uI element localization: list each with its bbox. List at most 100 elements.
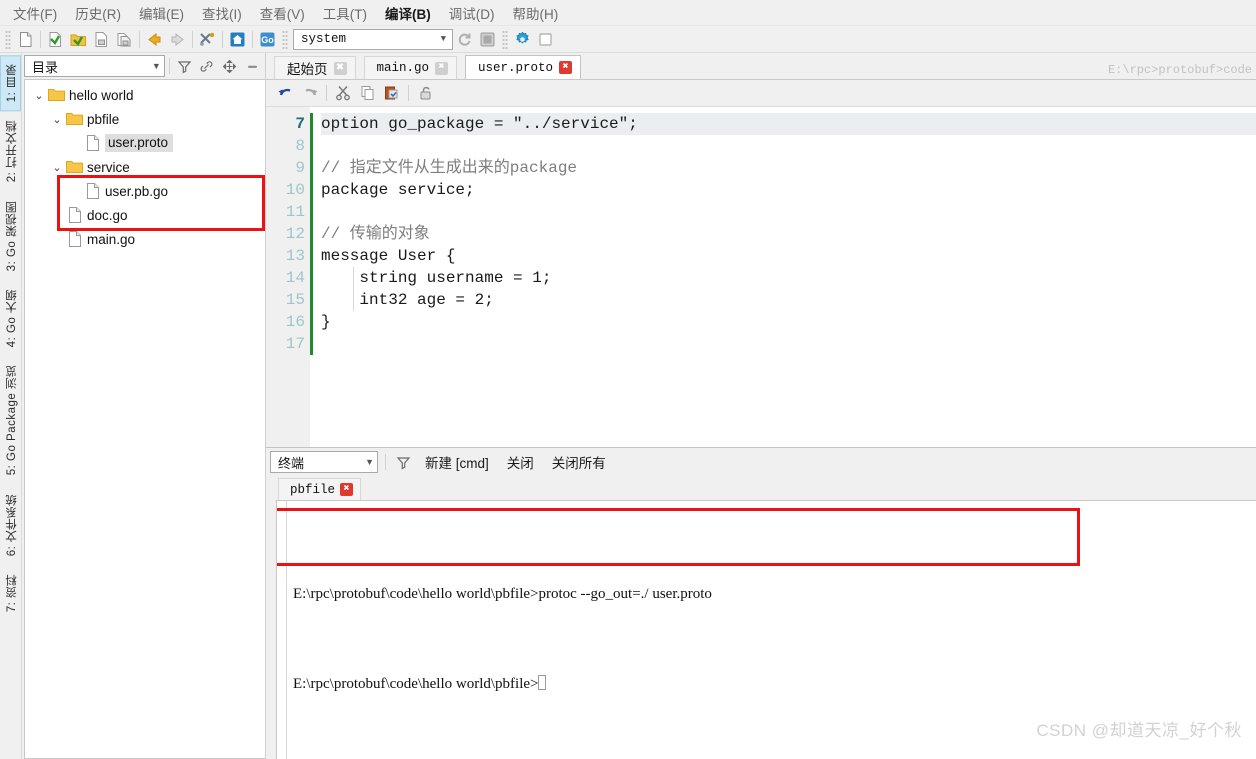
open-folder-icon[interactable] (67, 28, 90, 50)
toolbar-grip[interactable] (502, 29, 508, 49)
forward-arrow-icon[interactable] (166, 28, 189, 50)
chevron-down-icon[interactable]: ⌄ (31, 89, 47, 102)
line-number: 16 (285, 313, 305, 331)
stop-icon[interactable] (476, 28, 499, 50)
menu-item-file[interactable]: 文件(F) (4, 0, 66, 26)
line-number: 7 (295, 115, 305, 133)
terminal-tab-pbfile[interactable]: pbfile ✖ (278, 478, 362, 500)
directory-combo-value: 目录 (32, 59, 59, 75)
tree-item-label: service (87, 159, 130, 175)
settings-gear-icon[interactable] (511, 28, 534, 50)
toolbar-grip[interactable] (5, 29, 11, 49)
collapse-icon[interactable] (242, 56, 263, 77)
tab-user-proto[interactable]: user.proto ✖ (465, 55, 582, 79)
header-separator (168, 58, 170, 74)
environment-combo[interactable]: system ▼ (293, 28, 453, 50)
close-icon[interactable]: ✖ (340, 483, 354, 496)
line-number: 8 (295, 137, 305, 155)
terminal-caret (538, 675, 547, 690)
toggle-panel-icon[interactable] (534, 28, 557, 50)
link-icon[interactable] (197, 56, 218, 77)
tree-item-user-proto[interactable]: ⌄ user.proto (25, 131, 265, 155)
menu-item-tools[interactable]: 工具(T) (314, 0, 376, 26)
sidebar-tab-go-structure[interactable]: 3: Go 架视图 (0, 192, 21, 280)
folder-icon (65, 160, 84, 174)
menu-item-history[interactable]: 历史(R) (66, 0, 130, 26)
paste-icon[interactable] (380, 82, 403, 104)
menu-item-help[interactable]: 帮助(H) (504, 0, 568, 26)
tree-item-service[interactable]: ⌄ service (25, 155, 265, 179)
menu-item-edit[interactable]: 编辑(E) (130, 0, 193, 26)
tree-item-user-pb-go[interactable]: ⌄ user.pb.go (25, 179, 265, 203)
menu-bar: 文件(F) 历史(R) 编辑(E) 查找(I) 查看(V) 工具(T) 编译(B… (0, 0, 1256, 26)
terminal-close-button[interactable]: 关闭 (500, 450, 541, 474)
sidebar-tab-go-package[interactable]: 5: Go Package 浏览 (0, 356, 21, 484)
tree-item-hello-world[interactable]: ⌄ hello world (25, 83, 265, 107)
menu-item-build[interactable]: 编译(B) (376, 0, 440, 26)
move-icon[interactable] (219, 56, 240, 77)
line-number: 17 (285, 335, 305, 353)
filter-icon[interactable] (174, 56, 195, 77)
go-icon[interactable]: Go (256, 28, 279, 50)
editor-column: 起始页 ✖ main.go ✖ user.proto ✖ E:\rpc>prot… (266, 53, 1256, 759)
close-icon[interactable]: ✖ (333, 61, 347, 75)
directory-panel-header: 目录 ▼ (22, 53, 265, 79)
terminal-output[interactable]: E:\rpc\protobuf\code\hello world\pbfile>… (276, 500, 1256, 759)
folder-icon (47, 88, 66, 102)
menu-item-find[interactable]: 查找(I) (193, 0, 251, 26)
save-all-icon[interactable] (113, 28, 136, 50)
tab-main-go[interactable]: main.go ✖ (363, 56, 458, 79)
line-number: 11 (285, 203, 305, 221)
terminal-prompt-text: E:\rpc\protobuf\code\hello world\pbfile> (293, 676, 539, 692)
chevron-down-icon: ▼ (440, 34, 446, 44)
toolbar-separator (222, 30, 223, 48)
terminal-new-button[interactable]: 新建 [cmd] (418, 450, 496, 474)
terminal-close-all-button[interactable]: 关闭所有 (545, 450, 613, 474)
refresh-icon[interactable] (453, 28, 476, 50)
code-editor[interactable]: 7 8 9 10 11 12 13 14 15 16 17 option go_… (266, 107, 1256, 447)
code-line: string username = 1; (321, 269, 552, 287)
code-line: option go_package = "../service"; (321, 113, 1256, 135)
sidebar-tab-open-documents[interactable]: 2: 打开文档 (0, 111, 21, 191)
sidebar-tab-resources[interactable]: 7: 资料 (0, 565, 21, 621)
close-icon[interactable]: ✖ (559, 61, 573, 74)
open-file-icon[interactable] (44, 28, 67, 50)
menu-item-view[interactable]: 查看(V) (251, 0, 314, 26)
tools-icon[interactable] (196, 28, 219, 50)
undo-icon[interactable] (274, 82, 297, 104)
copy-icon[interactable] (356, 82, 379, 104)
editor-tab-bar: 起始页 ✖ main.go ✖ user.proto ✖ E:\rpc>prot… (266, 53, 1256, 80)
chevron-down-icon[interactable]: ⌄ (49, 113, 65, 126)
terminal-combo[interactable]: 终端 ▼ (270, 451, 378, 473)
home-icon[interactable] (226, 28, 249, 50)
sidebar-tab-file-system[interactable]: 6: 文件系统 (0, 485, 21, 565)
redo-icon[interactable] (298, 82, 321, 104)
code-line: message User { (321, 247, 456, 265)
indent-guide (353, 267, 354, 311)
cut-icon[interactable] (332, 82, 355, 104)
close-icon[interactable]: ✖ (435, 61, 449, 75)
toolbar-grip[interactable] (282, 29, 288, 49)
sidebar-tab-directory[interactable]: 1: 目录 (0, 55, 21, 112)
save-file-icon[interactable] (90, 28, 113, 50)
chevron-down-icon[interactable]: ⌄ (49, 161, 65, 174)
back-arrow-icon[interactable] (143, 28, 166, 50)
tree-item-main-go[interactable]: ⌄ main.go (25, 227, 265, 251)
toolbar-separator (252, 30, 253, 48)
directory-combo[interactable]: 目录 ▼ (24, 55, 165, 77)
tab-start-page[interactable]: 起始页 ✖ (274, 56, 356, 79)
code-text-area[interactable]: option go_package = "../service"; // 指定文… (313, 107, 1256, 447)
new-file-icon[interactable] (14, 28, 37, 50)
tab-label: user.proto (478, 60, 554, 75)
lock-icon[interactable] (414, 82, 437, 104)
directory-panel: 目录 ▼ ⌄ hello world ⌄ pbfile user.proto ⌄… (22, 53, 266, 759)
tree-item-doc-go[interactable]: ⌄ doc.go (25, 203, 265, 227)
menu-item-debug[interactable]: 调试(D) (440, 0, 504, 26)
editor-toolbar (266, 80, 1256, 107)
tab-label: main.go (376, 61, 430, 75)
tree-item-pbfile[interactable]: ⌄ pbfile (25, 107, 265, 131)
terminal-tab-bar: pbfile ✖ (266, 476, 1256, 500)
filter-icon[interactable] (393, 452, 414, 473)
sidebar-tab-go-outline[interactable]: 4: Go 大纲 (0, 280, 21, 356)
file-tree[interactable]: ⌄ hello world ⌄ pbfile ⌄ (24, 79, 265, 759)
